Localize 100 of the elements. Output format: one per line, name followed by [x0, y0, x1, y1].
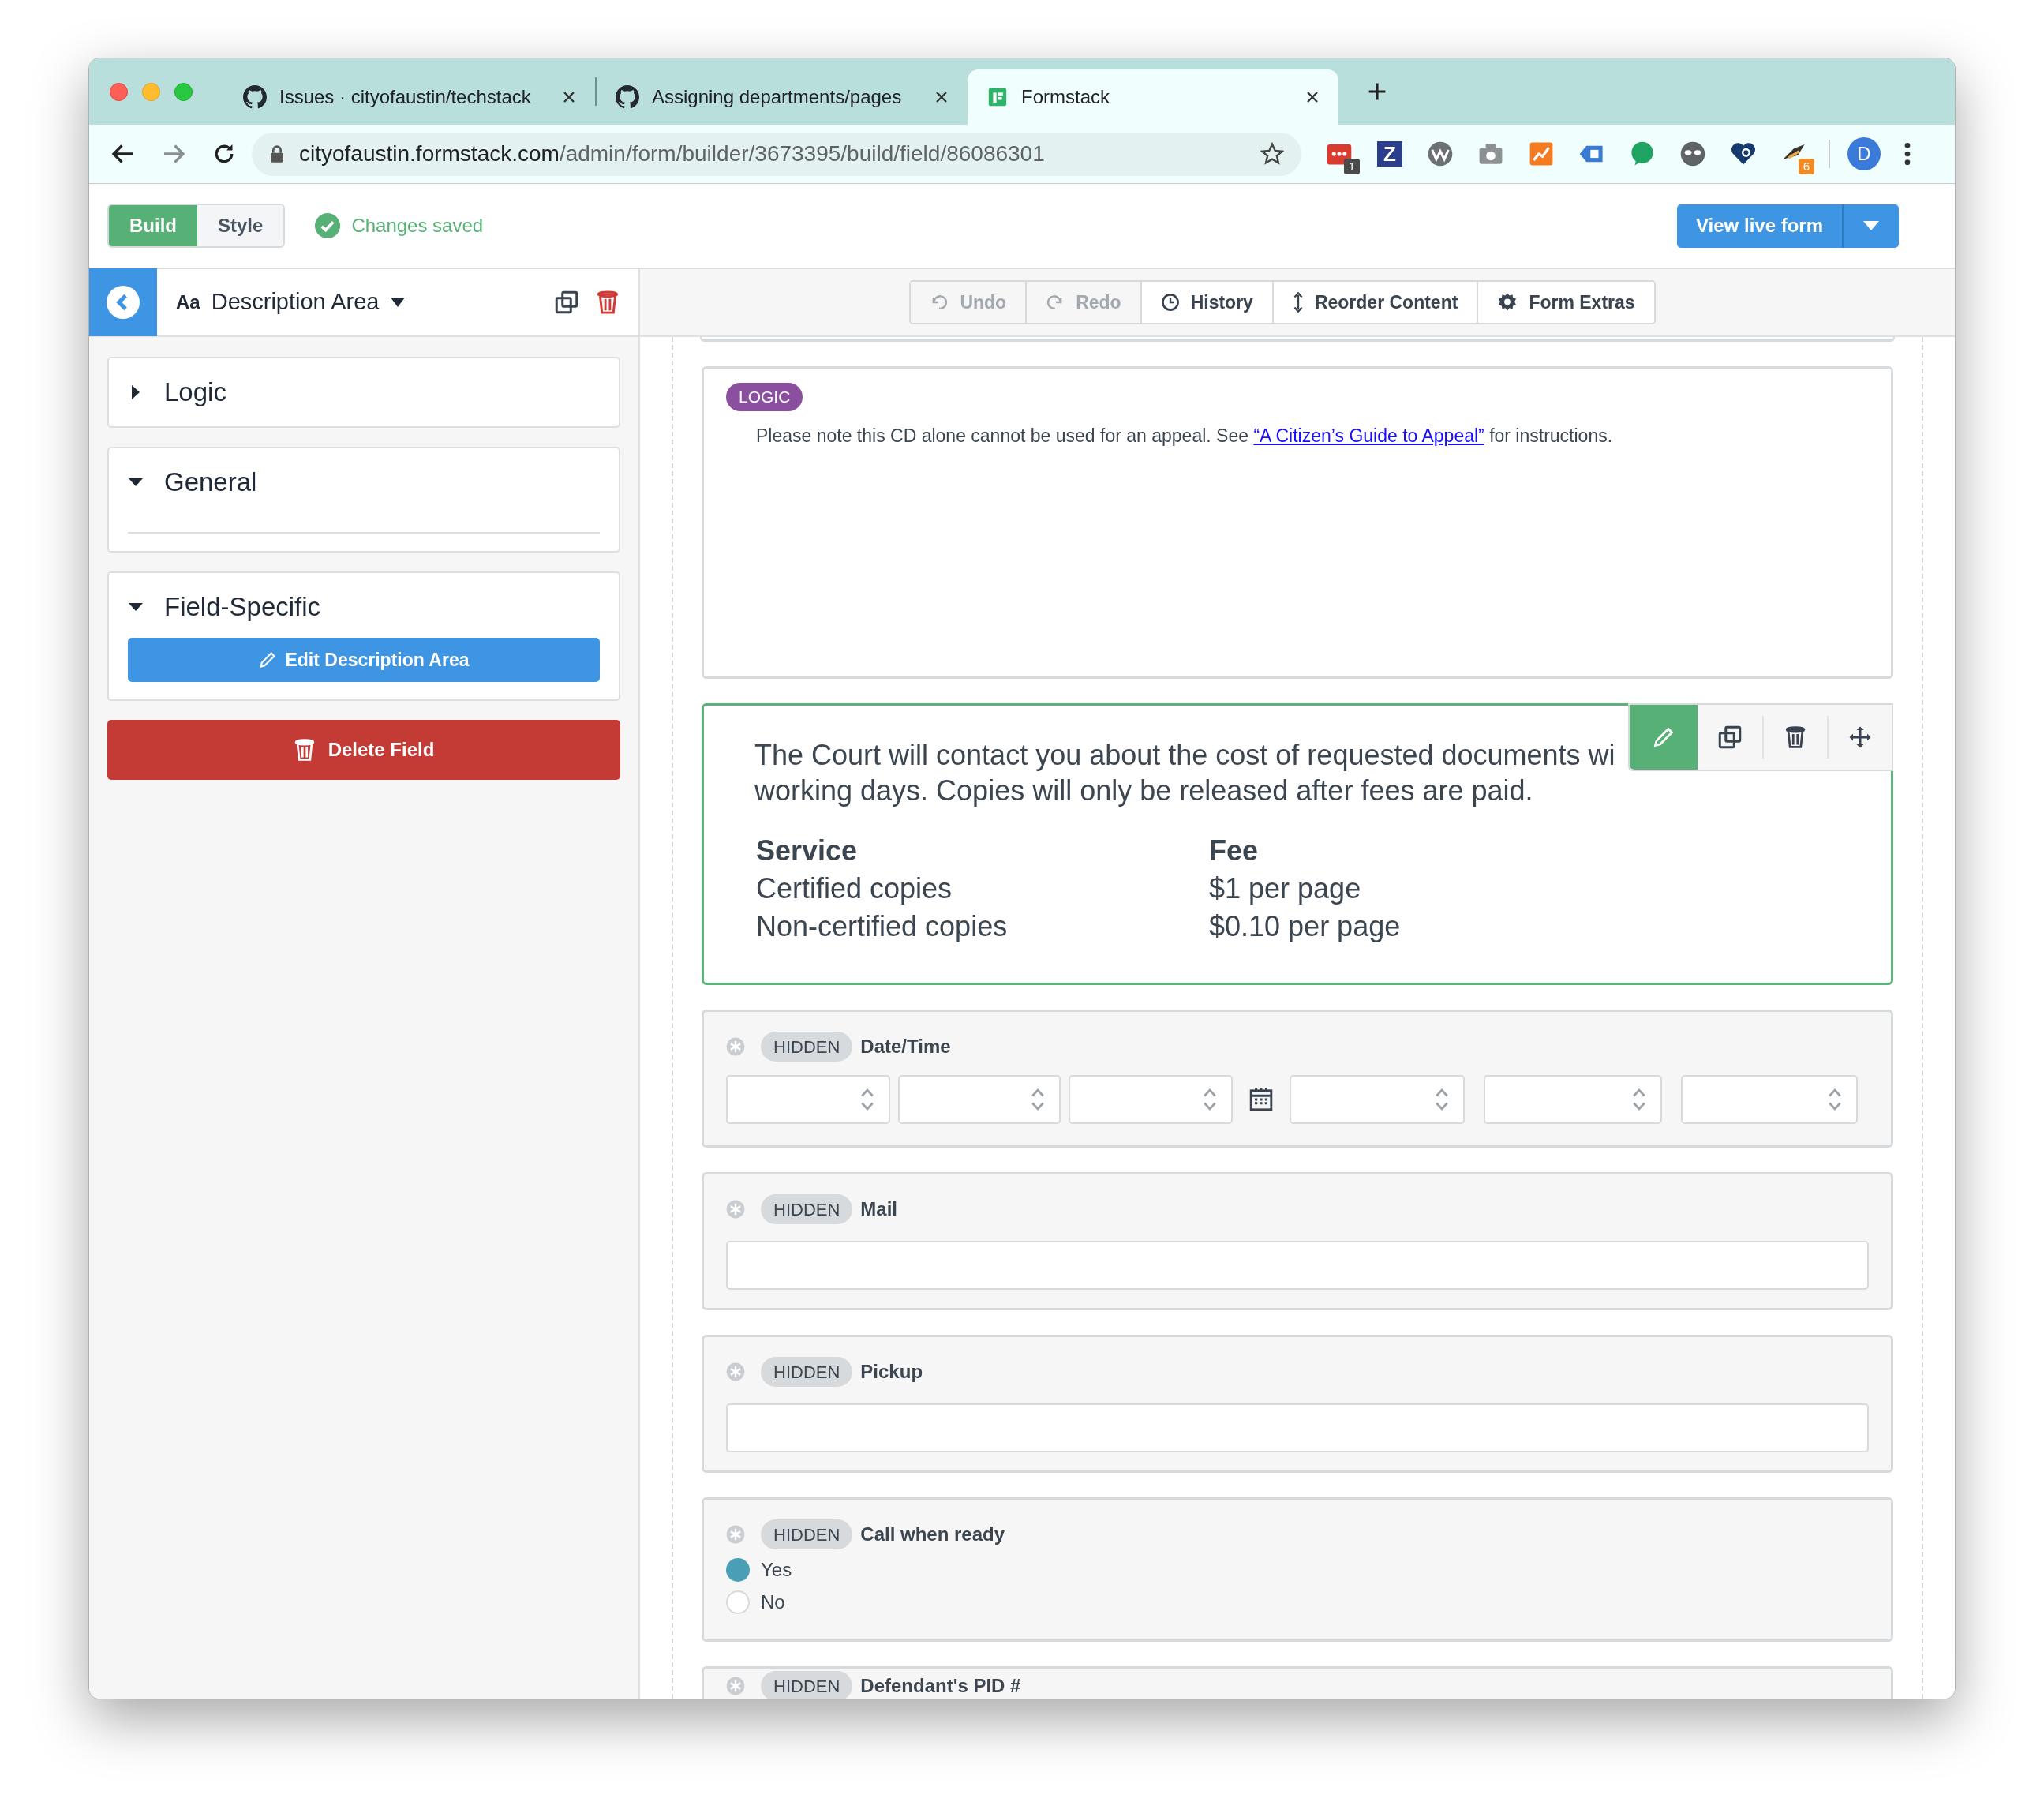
lock-icon: [269, 144, 285, 163]
field-label: Call when ready: [860, 1523, 1005, 1546]
field-card[interactable]: HIDDEN Call when ready Yes No: [702, 1497, 1893, 1642]
toolbar-button[interactable]: History: [1140, 282, 1272, 323]
select-field[interactable]: [1484, 1075, 1662, 1124]
caret-down-icon: [390, 297, 406, 308]
url-field[interactable]: cityofaustin.formstack.com/admin/form/builder/3673395/build/field/86086301: [252, 132, 1301, 176]
field-label: Pickup: [860, 1360, 923, 1384]
mask-extension-icon[interactable]: [1679, 140, 1706, 167]
caret-down-icon[interactable]: [128, 601, 144, 613]
section-title: General: [164, 466, 257, 499]
column-header: Fee: [1209, 834, 1260, 868]
pencil-icon: [258, 650, 278, 669]
field-type-dropdown[interactable]: Description Area: [211, 285, 406, 320]
option-label: No: [761, 1590, 785, 1614]
field-card[interactable]: HIDDEN Pickup: [702, 1335, 1893, 1473]
clock-icon: [1160, 293, 1180, 312]
octocat-icon: [243, 85, 267, 109]
z-extension-icon[interactable]: Z: [1377, 141, 1402, 167]
field-card[interactable]: HIDDEN Date/Time: [702, 1010, 1893, 1148]
field-card[interactable]: HIDDEN Mail: [702, 1172, 1893, 1310]
option-label: Yes: [761, 1557, 792, 1582]
table-cell-text: $0.10 per page: [1209, 909, 1402, 944]
section-toggle[interactable]: General: [128, 466, 600, 499]
table-cell-text: $1 per page: [1209, 871, 1362, 906]
close-window-button[interactable]: [110, 82, 128, 101]
star-icon[interactable]: [1260, 142, 1284, 166]
close-icon[interactable]: [934, 90, 949, 104]
asterisk-icon: [726, 1037, 745, 1056]
wave-extension-icon[interactable]: [1427, 140, 1454, 167]
tab-title: Issues · cityofaustin/techstack: [279, 85, 532, 109]
move-icon[interactable]: [1848, 725, 1872, 749]
tab-title: Assigning departments/pages: [652, 85, 903, 109]
close-icon[interactable]: [562, 90, 576, 104]
vertical-arrows-icon: [1292, 292, 1304, 313]
description-text: Please note this CD alone cannot be used for an appeal. See “A Citizen’s Guide to Appeal” for instructions.: [756, 425, 1614, 448]
section-title: Logic: [164, 377, 226, 409]
asterisk-icon: [726, 1677, 745, 1695]
duplicate-icon[interactable]: [555, 290, 578, 314]
column-header: Service: [756, 834, 859, 868]
radio-button[interactable]: [726, 1557, 750, 1582]
toolbar-button[interactable]: Reorder Content: [1271, 282, 1477, 323]
delete-field-button[interactable]: Delete Field: [107, 720, 620, 780]
browser-tab[interactable]: Issues · cityofaustin/techstack: [224, 69, 595, 125]
mode-tab[interactable]: Style: [197, 205, 284, 246]
trash-icon[interactable]: [1784, 725, 1806, 749]
caret-down-icon: [1862, 219, 1880, 232]
radio-button[interactable]: [726, 1590, 750, 1614]
browser-tab[interactable]: Formstack: [968, 69, 1338, 125]
profile-avatar[interactable]: D: [1847, 137, 1881, 170]
settings-icon: [1497, 292, 1518, 313]
calendar-icon[interactable]: [1248, 1086, 1274, 1113]
menu-dots-icon[interactable]: [1904, 142, 1911, 166]
section-toggle[interactable]: Logic: [128, 376, 600, 409]
select-field[interactable]: [898, 1075, 1061, 1124]
input-field[interactable]: [726, 1403, 1869, 1452]
chevron-left-icon: [107, 286, 140, 319]
tab-title: Formstack: [1021, 85, 1110, 109]
field-card[interactable]: [702, 703, 1893, 985]
form-icon: [986, 86, 1009, 108]
asterisk-icon: [726, 1362, 745, 1381]
guide-link[interactable]: “A Citizen’s Guide to Appeal”: [1253, 425, 1484, 446]
caret-right-icon[interactable]: [130, 384, 141, 400]
input-field[interactable]: [726, 1241, 1869, 1290]
table-cell: Non-certified copies: [756, 908, 1209, 946]
select-field[interactable]: [1290, 1075, 1465, 1124]
field-card[interactable]: LOGIC Please note this CD alone cannot be used for an appeal. See “A Citizen’s Guide to Appeal” for instructions.: [702, 366, 1893, 679]
hidden-badge: HIDDEN: [761, 1671, 853, 1699]
hidden-badge: HIDDEN: [761, 1519, 853, 1549]
select-field[interactable]: [1681, 1075, 1858, 1124]
trash-icon: [293, 738, 316, 762]
dropdown-button[interactable]: [1842, 204, 1899, 248]
browser-tab[interactable]: Assigning departments/pages: [597, 69, 968, 125]
hidden-badge: HIDDEN: [761, 1032, 853, 1062]
pencil-icon: [1652, 725, 1675, 749]
camera-extension-icon[interactable]: [1478, 141, 1503, 167]
field-label: Defendant's PID #: [860, 1674, 1021, 1698]
field-label: Date/Time: [860, 1035, 951, 1058]
duplicate-icon[interactable]: [1718, 725, 1742, 749]
chart-extension-icon[interactable]: [1529, 141, 1554, 167]
section-toggle[interactable]: Field-Specific: [128, 590, 600, 624]
back-button[interactable]: [89, 268, 157, 336]
close-icon[interactable]: [1305, 90, 1320, 104]
chat-bubble-extension-icon[interactable]: [1630, 141, 1655, 167]
description-text: The Court will contact you about the cost of requested documents wi: [754, 738, 1616, 773]
toolbar-button[interactable]: Form Extras: [1477, 282, 1654, 323]
field-card[interactable]: HIDDEN Defendant's PID #: [702, 1666, 1893, 1699]
select-field[interactable]: [726, 1075, 890, 1124]
caret-down-icon[interactable]: [128, 477, 144, 488]
table-cell: Certified copies: [756, 870, 1209, 908]
extension-badge: 1: [1344, 159, 1360, 174]
field-type-prefix: Aa: [176, 290, 200, 314]
new-tab-icon[interactable]: [1367, 81, 1387, 102]
check-circle-icon: [315, 213, 341, 238]
trash-icon[interactable]: [596, 290, 620, 315]
field-label: Mail: [860, 1197, 898, 1221]
asterisk-icon: [726, 1200, 745, 1219]
logic-badge: LOGIC: [726, 383, 803, 411]
hidden-badge: HIDDEN: [761, 1194, 853, 1224]
select-field[interactable]: [1069, 1075, 1233, 1124]
